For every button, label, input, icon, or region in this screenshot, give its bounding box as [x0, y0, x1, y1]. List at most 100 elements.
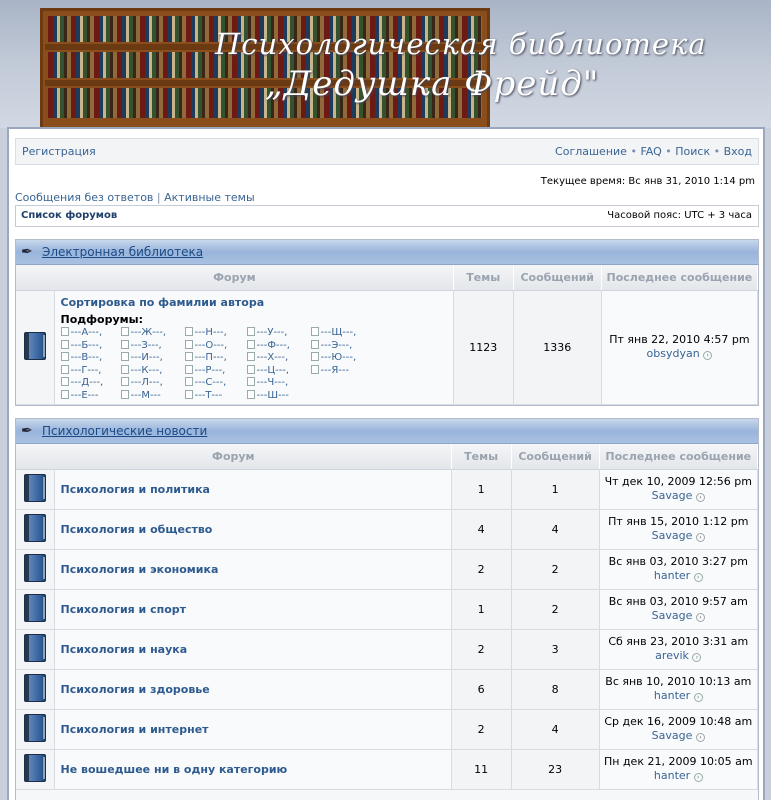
subforum-item[interactable]: ---Д---,: [60, 377, 119, 390]
subforum-link[interactable]: ---Т---: [195, 390, 223, 401]
goto-post-icon[interactable]: ›: [695, 613, 705, 622]
subforum-link[interactable]: ---У---,: [257, 327, 288, 338]
subforum-item[interactable]: ---М---: [120, 389, 183, 403]
goto-post-icon[interactable]: ›: [703, 351, 713, 360]
subforum-link[interactable]: ---Н---,: [195, 327, 227, 338]
subforum-link[interactable]: ---Э---,: [321, 340, 353, 351]
login-link[interactable]: Вход: [724, 145, 752, 158]
forum-title-link[interactable]: Психология и наука: [61, 643, 188, 656]
subforum-link[interactable]: ---Ц---,: [257, 365, 290, 376]
topics-count: 4: [451, 509, 512, 550]
subforum-item[interactable]: ---К---,: [120, 364, 183, 378]
subforum-link[interactable]: ---И---,: [131, 352, 163, 363]
subforum-item[interactable]: ---Е---: [60, 389, 119, 403]
subforum-link[interactable]: ---Х---,: [257, 352, 289, 363]
subforum-item[interactable]: ---Ю---,: [310, 352, 375, 365]
forum-list-link[interactable]: Список форумов: [21, 210, 117, 221]
subforum-item[interactable]: ---О---,: [184, 339, 245, 353]
subforum-link[interactable]: ---Ч---,: [257, 377, 289, 388]
subforum-item[interactable]: ---В---,: [60, 352, 119, 365]
forum-title-link[interactable]: Психология и политика: [61, 483, 210, 496]
subforum-item[interactable]: ---З---,: [120, 339, 183, 353]
subforum-item[interactable]: ---Я---: [310, 364, 375, 378]
search-link[interactable]: Поиск: [675, 145, 710, 158]
table-header-row: Форум Темы Сообщений Последнее сообщение: [16, 265, 759, 291]
subforum-item[interactable]: ---Ж---,: [120, 327, 183, 340]
subforum-item[interactable]: ---Э---,: [310, 339, 375, 353]
subforum-item[interactable]: ---Р---,: [184, 364, 245, 378]
forum-title-link[interactable]: Не вошедшее ни в одну категорию: [61, 763, 288, 776]
forum-title-link[interactable]: Психология и общество: [61, 523, 213, 536]
subforum-link[interactable]: ---З---,: [131, 340, 162, 351]
subforum-link[interactable]: ---С---,: [195, 377, 227, 388]
subforum-link[interactable]: ---П---,: [195, 352, 227, 363]
subforums-label: Подфорумы:: [60, 312, 144, 326]
subforum-link[interactable]: ---Ф---,: [257, 340, 290, 351]
subforum-item[interactable]: ---Ч---,: [246, 377, 309, 390]
subforum-link[interactable]: ---О---,: [195, 340, 228, 351]
subforum-link[interactable]: ---К---,: [131, 365, 163, 376]
forum-title-link[interactable]: Психология и здоровье: [61, 683, 210, 696]
subforum-item[interactable]: ---У---,: [246, 327, 309, 340]
last-post-user[interactable]: hanter: [654, 689, 690, 702]
unanswered-link[interactable]: Сообщения без ответов: [15, 191, 153, 204]
subforum-link[interactable]: ---Г---,: [71, 365, 102, 376]
subforum-link[interactable]: ---Р---,: [195, 365, 226, 376]
last-post-user[interactable]: Savage: [652, 609, 693, 622]
subforum-item[interactable]: ---Щ---,: [310, 327, 375, 340]
table-row: Психология и экономика 2 2 Вс янв 03, 2010 …: [16, 549, 759, 590]
subforum-item[interactable]: ---А---,: [60, 327, 119, 340]
forum-title-link[interactable]: Сортировка по фамилии автора: [61, 296, 265, 309]
subforum-item[interactable]: ---Г---,: [60, 364, 119, 378]
goto-post-icon[interactable]: ›: [693, 573, 703, 582]
goto-post-icon[interactable]: ›: [692, 653, 702, 662]
subforum-item[interactable]: ---Л---,: [120, 377, 183, 390]
subforum-item[interactable]: ---Т---: [184, 389, 245, 403]
faq-link[interactable]: FAQ: [640, 145, 661, 158]
subforum-link[interactable]: ---В---,: [71, 352, 103, 363]
subforum-link[interactable]: ---Ж---,: [131, 327, 167, 338]
subforum-item[interactable]: ---Х---,: [246, 352, 309, 365]
forum-title-link[interactable]: Психология и экономика: [61, 563, 219, 576]
goto-post-icon[interactable]: ›: [695, 493, 705, 502]
last-post-user[interactable]: Savage: [652, 489, 693, 502]
goto-post-icon[interactable]: ›: [695, 733, 705, 742]
last-post-user[interactable]: obsydyan: [647, 347, 700, 360]
subforum-item[interactable]: ---И---,: [120, 352, 183, 365]
forum-title-link[interactable]: Психология и интернет: [61, 723, 209, 736]
subforum-link[interactable]: ---Е---: [71, 390, 99, 401]
subforum-item[interactable]: ---С---,: [184, 377, 245, 390]
subforum-item[interactable]: ---Ц---,: [246, 364, 309, 378]
subforum-link[interactable]: ---М---: [131, 390, 161, 401]
subforum-link[interactable]: ---Ш---: [257, 390, 289, 401]
category-title-link[interactable]: Электронная библиотека: [42, 245, 203, 259]
goto-post-icon[interactable]: ›: [693, 773, 703, 782]
subforum-link[interactable]: ---Ю---,: [321, 352, 357, 363]
subforum-link[interactable]: ---Б---,: [71, 340, 103, 351]
last-post-user[interactable]: arevik: [655, 649, 689, 662]
subforum-link[interactable]: ---Щ---,: [321, 327, 357, 338]
subforum-item[interactable]: ---П---,: [184, 352, 245, 365]
subforum-item[interactable]: ---Ш---: [246, 389, 309, 403]
register-link[interactable]: Регистрация: [22, 145, 96, 158]
active-topics-link[interactable]: Активные темы: [164, 191, 255, 204]
goto-post-icon[interactable]: ›: [693, 693, 703, 702]
subforum-link[interactable]: ---Я---: [321, 365, 350, 376]
agreement-link[interactable]: Соглашение: [555, 145, 627, 158]
subforum-link[interactable]: ---Д---,: [71, 377, 104, 388]
last-post-user[interactable]: Savage: [652, 529, 693, 542]
last-post-date: Вс янв 03, 2010 9:57 am: [608, 595, 748, 608]
subforum-link[interactable]: ---А---,: [71, 327, 103, 338]
forum-title-link[interactable]: Психология и спорт: [61, 603, 187, 616]
document-icon: [120, 377, 129, 386]
last-post-user[interactable]: Savage: [652, 729, 693, 742]
goto-post-icon[interactable]: ›: [695, 533, 705, 542]
last-post-user[interactable]: hanter: [654, 769, 690, 782]
category-title-link[interactable]: Психологические новости: [42, 424, 207, 438]
last-post-user[interactable]: hanter: [654, 569, 690, 582]
subforum-item[interactable]: ---Ф---,: [246, 339, 309, 353]
document-icon: [184, 377, 193, 386]
subforum-item[interactable]: ---Б---,: [60, 339, 119, 353]
subforum-item[interactable]: ---Н---,: [184, 327, 245, 340]
subforum-link[interactable]: ---Л---,: [131, 377, 163, 388]
